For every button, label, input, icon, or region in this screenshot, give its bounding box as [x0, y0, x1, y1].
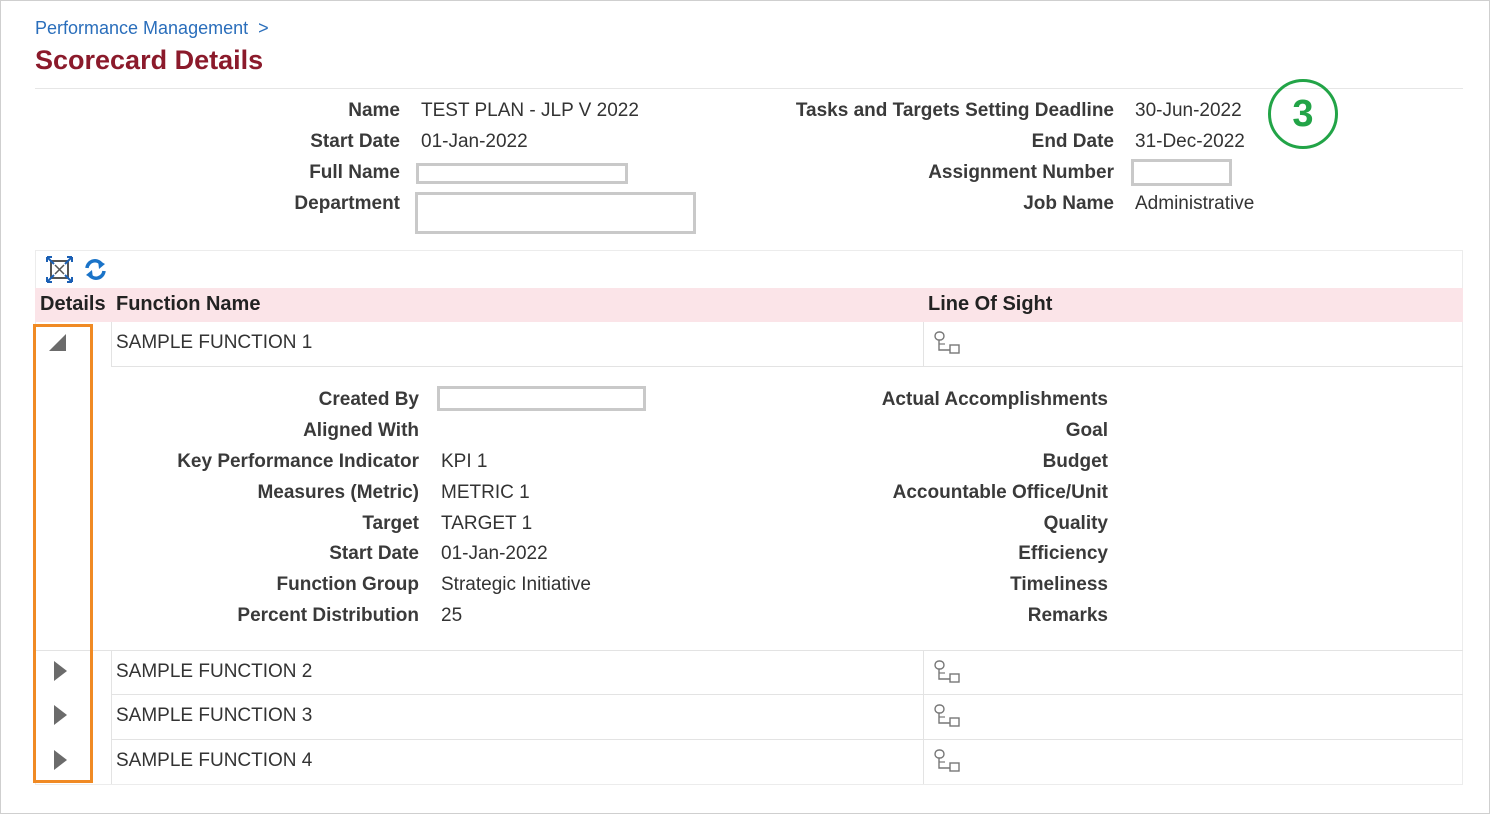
function-name-cell: SAMPLE FUNCTION 3 [116, 705, 313, 726]
deadline-value: 30-Jun-2022 [1135, 100, 1242, 121]
column-divider [111, 322, 112, 366]
deadline-label: Tasks and Targets Setting Deadline [795, 100, 1114, 121]
column-divider [923, 650, 924, 784]
start-date-value: 01-Jan-2022 [421, 131, 528, 152]
row-divider [35, 650, 1463, 651]
line-of-sight-icon[interactable] [933, 659, 961, 690]
breadcrumb-separator: > [258, 18, 269, 38]
assignment-number-redacted-value [1131, 159, 1232, 186]
column-header-function-name: Function Name [116, 293, 261, 315]
column-header-line-of-sight: Line Of Sight [928, 293, 1053, 315]
job-name-label: Job Name [1023, 193, 1114, 214]
department-label: Department [294, 193, 400, 214]
row-divider [111, 694, 1463, 695]
page-title: Scorecard Details [35, 45, 264, 75]
details-column-highlight [33, 324, 93, 783]
full-name-redacted-value [416, 163, 628, 184]
line-of-sight-icon[interactable] [933, 748, 961, 779]
function-name-cell: SAMPLE FUNCTION 1 [116, 332, 313, 353]
row-divider [111, 739, 1463, 740]
department-redacted-value [415, 192, 696, 234]
actual-accomplishments-label: Actual Accomplishments [881, 389, 1108, 410]
target-value: TARGET 1 [441, 513, 533, 534]
line-of-sight-icon[interactable] [933, 330, 961, 361]
full-name-label: Full Name [309, 162, 400, 183]
row-divider [111, 366, 1463, 367]
remarks-label: Remarks [1027, 605, 1108, 626]
refresh-icon[interactable] [83, 257, 108, 287]
function-name-cell: SAMPLE FUNCTION 4 [116, 750, 313, 771]
expand-all-icon[interactable] [46, 256, 73, 288]
column-header-details: Details [40, 293, 106, 315]
quality-label: Quality [1043, 513, 1108, 534]
breadcrumb-link-performance-management[interactable]: Performance Management [35, 18, 248, 38]
created-by-redacted-value [437, 386, 646, 411]
end-date-value: 31-Dec-2022 [1135, 131, 1245, 152]
function-group-value: Strategic Initiative [441, 574, 591, 595]
assignment-number-label: Assignment Number [928, 162, 1114, 183]
measures-value: METRIC 1 [441, 482, 530, 503]
end-date-label: End Date [1031, 131, 1114, 152]
name-label: Name [348, 100, 400, 121]
timeliness-label: Timeliness [1010, 574, 1108, 595]
column-divider [923, 322, 924, 366]
kpi-value: KPI 1 [441, 451, 488, 472]
column-divider [111, 650, 112, 784]
detail-start-date-value: 01-Jan-2022 [441, 543, 548, 564]
line-of-sight-icon[interactable] [933, 703, 961, 734]
breadcrumb: Performance Management > [35, 18, 269, 39]
function-name-cell: SAMPLE FUNCTION 2 [116, 661, 313, 682]
name-value: TEST PLAN - JLP V 2022 [421, 100, 639, 121]
job-name-value: Administrative [1135, 193, 1255, 214]
efficiency-label: Efficiency [1018, 543, 1108, 564]
start-date-label: Start Date [310, 131, 400, 152]
budget-label: Budget [1042, 451, 1108, 472]
percent-distribution-value: 25 [441, 605, 463, 626]
step-number-badge: 3 [1268, 79, 1338, 149]
title-divider [35, 88, 1463, 89]
accountable-office-label: Accountable Office/Unit [892, 482, 1108, 503]
goal-label: Goal [1065, 420, 1108, 441]
